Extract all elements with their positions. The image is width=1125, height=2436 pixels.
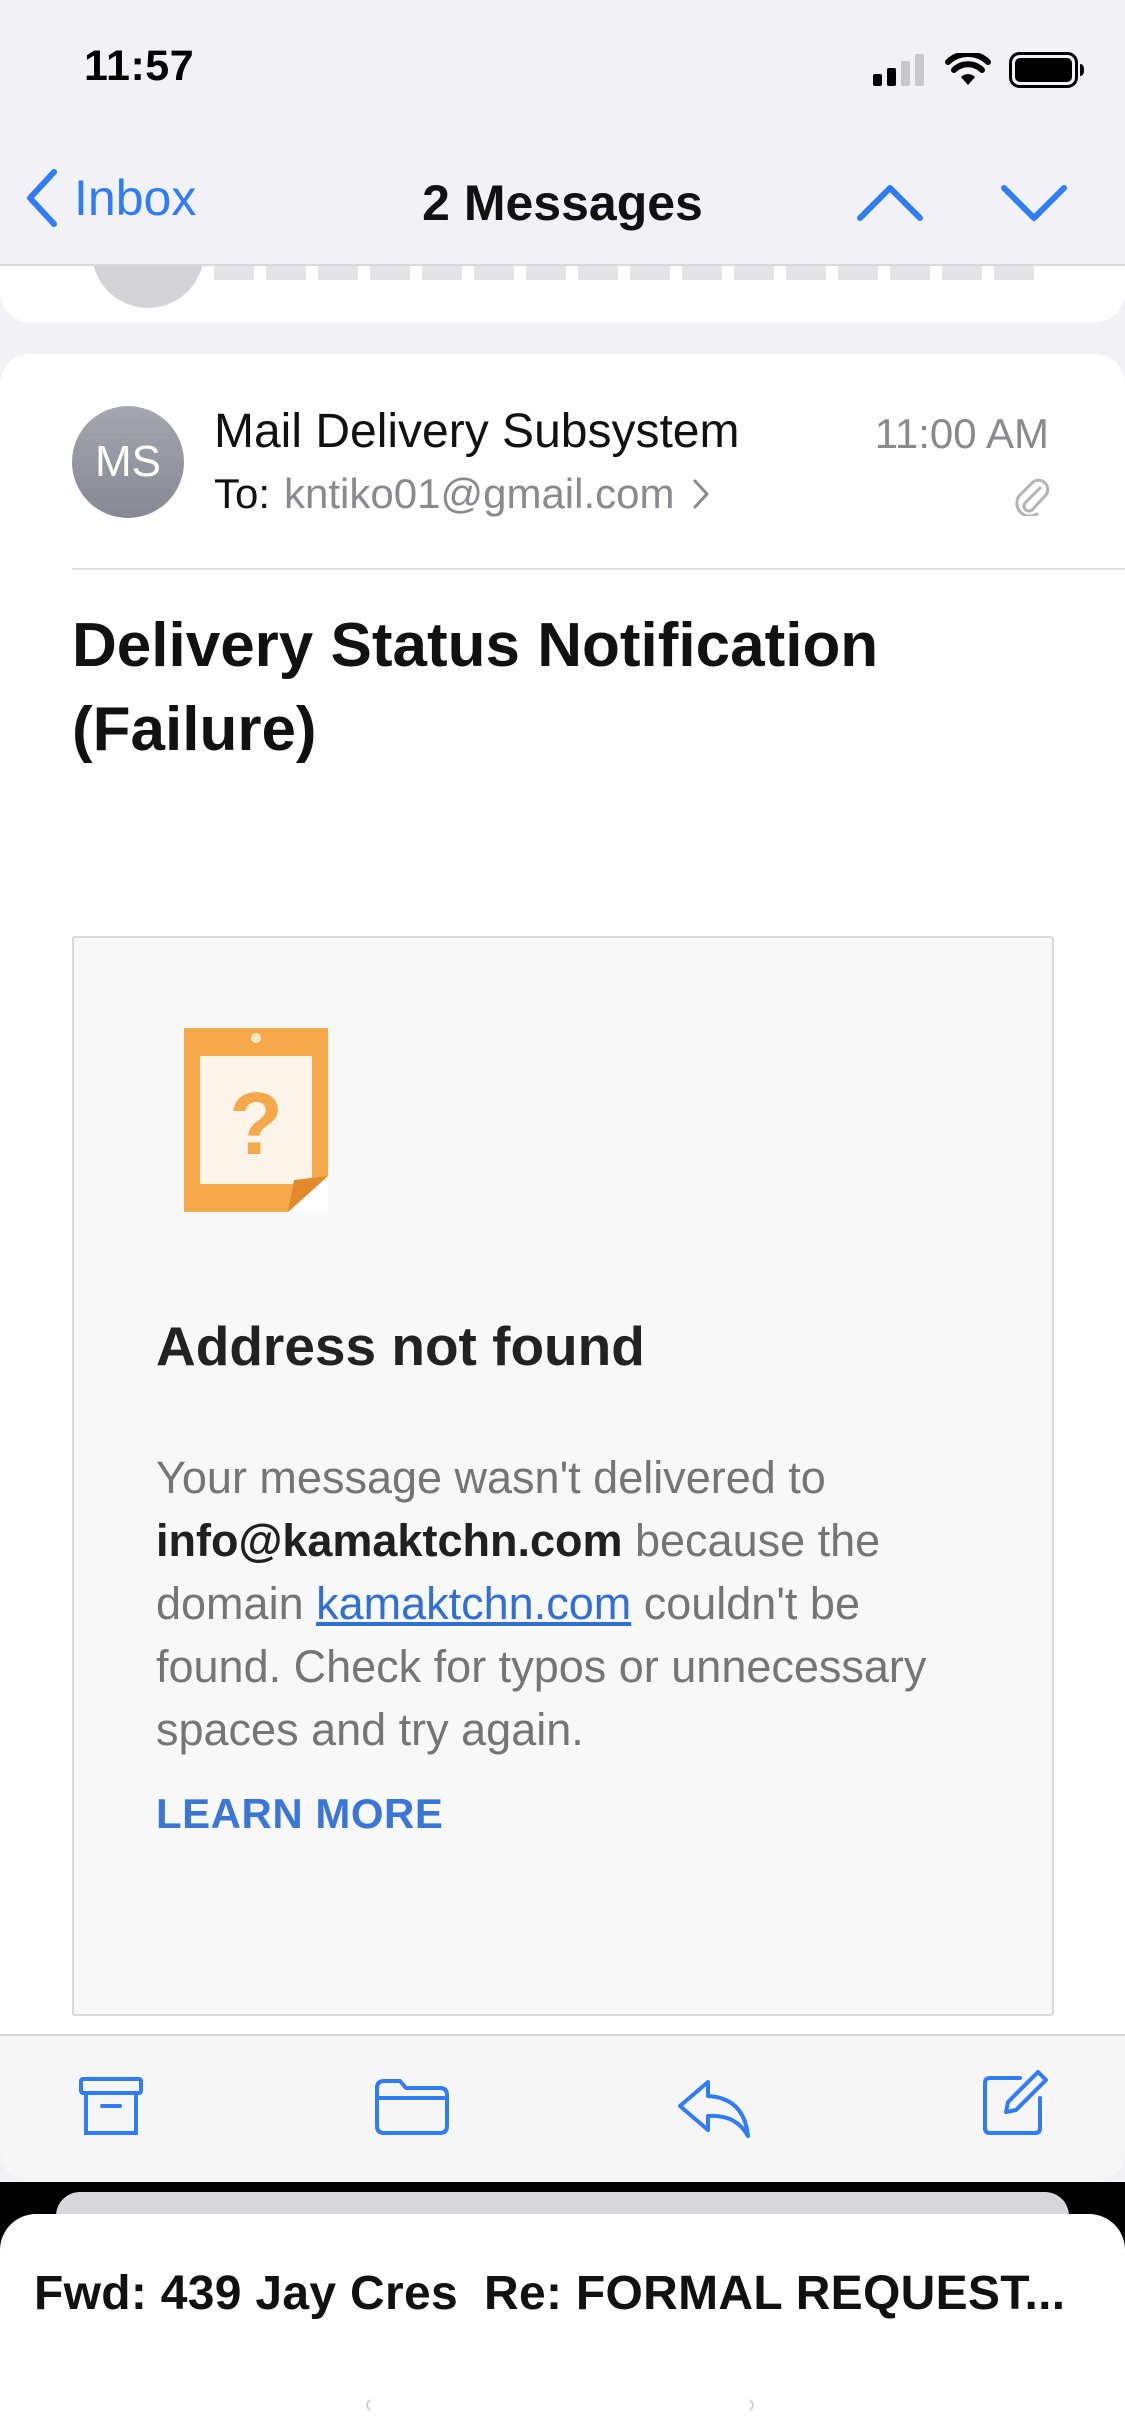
- message-card: MS Mail Delivery Subsystem 11:00 AM To: …: [0, 354, 1125, 2034]
- notice-body: Your message wasn't delivered to info@ka…: [156, 1446, 976, 1761]
- previous-avatar: [92, 266, 204, 308]
- body-text-1: Your message wasn't delivered to: [156, 1452, 826, 1503]
- svg-text:?: ?: [229, 1074, 283, 1173]
- chevron-right-icon: [693, 479, 709, 509]
- battery-icon: [1009, 52, 1084, 88]
- recipient-address[interactable]: kntiko01@gmail.com: [284, 470, 674, 518]
- previous-message-card[interactable]: [0, 266, 1125, 322]
- attachment-icon: [1015, 478, 1049, 516]
- cellular-signal-icon: [873, 54, 924, 86]
- message-subject: Delivery Status Notification (Failure): [72, 611, 879, 764]
- status-bar: 11:57: [0, 0, 1125, 140]
- failed-email-address: info@kamaktchn.com: [156, 1515, 623, 1566]
- folder-icon[interactable]: [374, 2076, 450, 2136]
- previous-message-button[interactable]: [856, 172, 924, 232]
- status-icons: [873, 52, 1085, 88]
- message-time: 11:00 AM: [874, 410, 1049, 457]
- sender-name[interactable]: Mail Delivery Subsystem: [214, 404, 739, 459]
- notice-heading: Address not found: [156, 1315, 645, 1377]
- domain-link[interactable]: kamaktchn.com: [316, 1578, 631, 1629]
- compose-icon[interactable]: [980, 2068, 1050, 2138]
- draft-item[interactable]: Fwd: 439 Jay Cres: [34, 2267, 458, 2320]
- wifi-icon: [945, 53, 991, 85]
- avatar[interactable]: MS: [72, 406, 184, 518]
- learn-more-link[interactable]: LEARN MORE: [156, 1790, 443, 1838]
- drafts-tray-handle: [366, 2399, 754, 2411]
- navigation-bar: Inbox 2 Messages: [0, 150, 1125, 268]
- header-divider: [72, 568, 1125, 570]
- recipient-line[interactable]: To: kntiko01@gmail.com: [214, 470, 710, 518]
- previous-preview-text: [214, 266, 1034, 280]
- draft-item[interactable]: Re: FORMAL REQUEST...: [484, 2267, 1065, 2320]
- minimized-drafts-tray[interactable]: Fwd: 439 Jay Cres Re: FORMAL REQUEST...: [0, 2214, 1125, 2436]
- bottom-toolbar: [0, 2034, 1125, 2182]
- archive-icon[interactable]: [78, 2076, 144, 2138]
- drafts-list: Fwd: 439 Jay Cres Re: FORMAL REQUEST...: [34, 2266, 1065, 2321]
- next-message-button[interactable]: [1000, 172, 1068, 232]
- status-time: 11:57: [84, 42, 195, 90]
- delivery-failure-notice: ? Address not found Your message wasn't …: [72, 936, 1054, 2016]
- reply-icon[interactable]: [676, 2076, 752, 2140]
- question-note-icon: ?: [184, 1028, 328, 1212]
- to-label: To:: [214, 470, 271, 517]
- page-title: 2 Messages: [422, 175, 703, 231]
